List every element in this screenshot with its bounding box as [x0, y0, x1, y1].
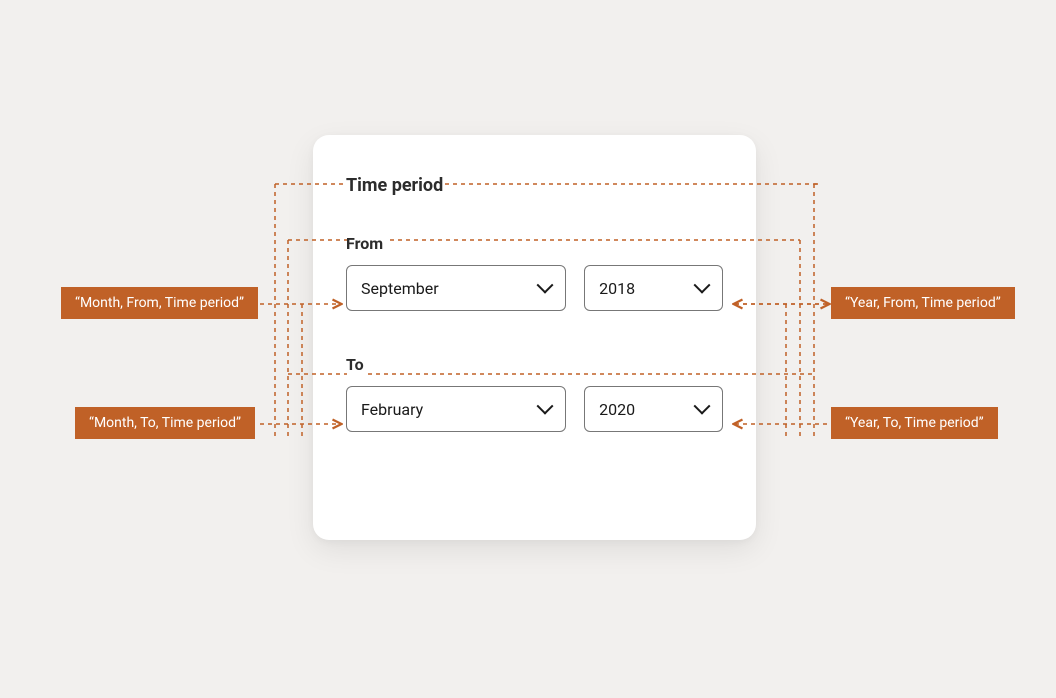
to-group: To February 2020: [346, 355, 723, 432]
time-period-card: Time period From September 2018 To Febru…: [313, 135, 756, 540]
chevron-down-icon: [694, 398, 711, 415]
to-month-select[interactable]: February: [346, 386, 566, 432]
annotation-year-from: “Year, From, Time period”: [831, 287, 1015, 319]
to-year-value: 2020: [599, 400, 635, 419]
from-month-select[interactable]: September: [346, 265, 566, 311]
chevron-down-icon: [694, 277, 711, 294]
from-year-value: 2018: [599, 279, 635, 298]
card-title: Time period: [346, 175, 723, 196]
to-label: To: [346, 355, 723, 374]
from-year-select[interactable]: 2018: [584, 265, 723, 311]
to-selects: February 2020: [346, 386, 723, 432]
chevron-down-icon: [537, 277, 554, 294]
chevron-down-icon: [537, 398, 554, 415]
from-selects: September 2018: [346, 265, 723, 311]
annotation-month-from: “Month, From, Time period”: [61, 287, 258, 319]
to-month-value: February: [361, 400, 423, 419]
from-group: From September 2018: [346, 234, 723, 311]
to-year-select[interactable]: 2020: [584, 386, 723, 432]
from-label: From: [346, 234, 723, 253]
annotation-year-to: “Year, To, Time period”: [831, 407, 998, 439]
from-month-value: September: [361, 279, 439, 298]
annotation-month-to: “Month, To, Time period”: [75, 407, 255, 439]
